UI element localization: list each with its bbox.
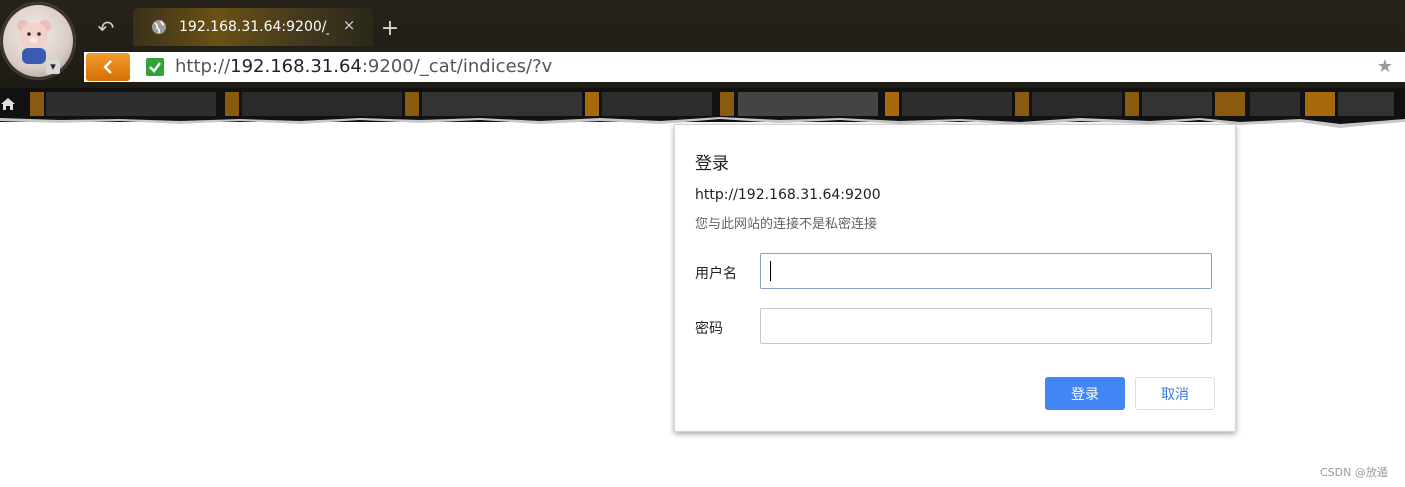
undo-close-tab-icon[interactable]: ↶ (92, 15, 120, 41)
back-button[interactable] (86, 53, 130, 81)
chevron-left-icon (103, 60, 112, 74)
redacted-bookmark[interactable] (885, 92, 899, 118)
shield-check-icon[interactable] (146, 58, 164, 76)
redacted-bookmark[interactable] (738, 92, 878, 118)
redacted-bookmark[interactable] (1338, 92, 1394, 118)
checkmark-icon (149, 62, 161, 73)
connection-warning: 您与此网站的连接不是私密连接 (695, 217, 878, 232)
login-button[interactable]: 登录 (1045, 377, 1125, 410)
redacted-bookmark[interactable] (902, 92, 1012, 118)
watermark: CSDN @放遁 (1320, 466, 1388, 479)
password-label: 密码 (695, 321, 723, 337)
url-scheme: http:// (175, 56, 231, 77)
redacted-bookmark[interactable] (720, 92, 734, 118)
redacted-bookmark[interactable] (405, 92, 419, 118)
redacted-bookmark[interactable] (1215, 92, 1245, 118)
redacted-bookmark[interactable] (30, 92, 44, 118)
home-icon[interactable] (0, 96, 16, 112)
redacted-bookmark[interactable] (1125, 92, 1139, 118)
login-dialog: 登录 http://192.168.31.64:9200 您与此网站的连接不是私… (674, 124, 1236, 432)
globe-icon (152, 20, 166, 34)
redacted-bookmark[interactable] (1015, 92, 1029, 118)
redacted-bookmark[interactable] (242, 92, 402, 118)
dialog-title: 登录 (695, 154, 729, 174)
url-host: 192.168.31.64 (230, 56, 362, 77)
redacted-bookmark[interactable] (602, 92, 712, 118)
url-text[interactable]: http://192.168.31.64:9200/_cat/indices/?… (175, 56, 975, 78)
tab-title: 192.168.31.64:9200/_c (179, 19, 329, 35)
username-label: 用户名 (695, 266, 737, 282)
avatar-icon[interactable]: ▾ (0, 2, 76, 80)
cancel-button[interactable]: 取消 (1135, 377, 1215, 410)
redacted-bookmark[interactable] (1250, 92, 1300, 118)
redacted-bookmark[interactable] (225, 92, 239, 118)
username-input[interactable] (760, 253, 1212, 289)
text-cursor (770, 261, 771, 281)
redacted-bookmark[interactable] (46, 92, 216, 118)
redacted-bookmark[interactable] (1032, 92, 1122, 118)
redacted-bookmark[interactable] (1142, 92, 1212, 118)
dialog-origin: http://192.168.31.64:9200 (695, 187, 881, 203)
new-tab-button[interactable]: + (378, 17, 402, 41)
password-input[interactable] (760, 308, 1212, 344)
redacted-bookmark[interactable] (585, 92, 599, 118)
bear-avatar-icon (17, 20, 51, 64)
tab-active[interactable]: 192.168.31.64:9200/_c × (133, 8, 373, 46)
browser-chrome: ▾ ↶ 192.168.31.64:9200/_c × + http://192… (0, 0, 1405, 122)
bookmark-star-icon[interactable]: ★ (1374, 56, 1396, 78)
redacted-bookmark[interactable] (422, 92, 582, 118)
address-bar[interactable]: http://192.168.31.64:9200/_cat/indices/?… (84, 52, 1405, 82)
tab-close-icon[interactable]: × (341, 15, 357, 35)
url-path: :9200/_cat/indices/?v (361, 56, 553, 77)
avatar-menu-chevron-icon[interactable]: ▾ (46, 60, 60, 74)
redacted-bookmark[interactable] (1305, 92, 1335, 118)
